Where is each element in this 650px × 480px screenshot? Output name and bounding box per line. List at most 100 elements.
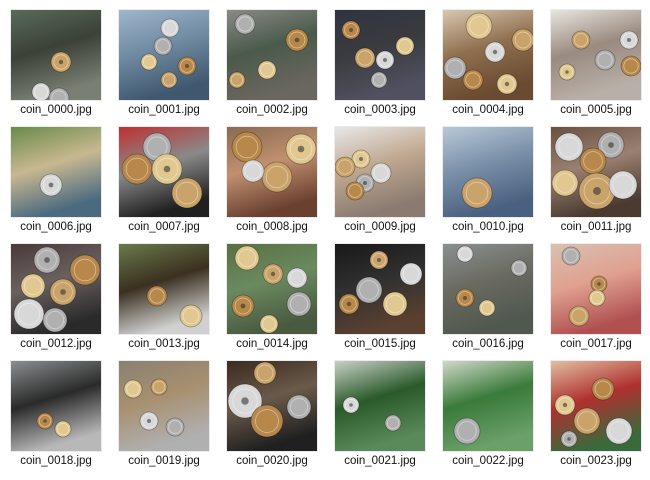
coin xyxy=(345,181,365,201)
file-thumbnail[interactable] xyxy=(11,244,101,334)
file-thumbnail[interactable] xyxy=(551,244,641,334)
file-grid: coin_0000.jpg coin_0001.jpg coin_0002.jpg c… xyxy=(0,0,650,480)
photo-background xyxy=(443,244,533,334)
file-item[interactable]: coin_0002.jpg xyxy=(227,10,327,122)
file-thumbnail[interactable] xyxy=(227,127,317,217)
coin xyxy=(620,55,641,77)
file-name-label: coin_0019.jpg xyxy=(128,455,200,467)
thumbnail-image xyxy=(11,127,101,217)
coin xyxy=(591,377,615,401)
file-name-label: coin_0020.jpg xyxy=(236,455,308,467)
file-thumbnail[interactable] xyxy=(443,127,533,217)
coin xyxy=(285,28,309,52)
thumbnail-image xyxy=(443,244,533,334)
file-name-label: coin_0010.jpg xyxy=(452,221,524,233)
coin xyxy=(484,41,506,63)
file-thumbnail[interactable] xyxy=(335,361,425,451)
file-name-label: coin_0003.jpg xyxy=(344,104,416,116)
file-item[interactable]: coin_0009.jpg xyxy=(335,127,435,239)
coin xyxy=(42,307,68,333)
coin xyxy=(259,314,279,334)
file-item[interactable]: coin_0012.jpg xyxy=(11,244,111,356)
coin xyxy=(370,162,392,184)
thumbnail-image xyxy=(11,361,101,451)
file-item[interactable]: coin_0000.jpg xyxy=(11,10,111,122)
thumbnail-image xyxy=(119,127,209,217)
file-thumbnail[interactable] xyxy=(11,127,101,217)
coin xyxy=(234,245,260,271)
file-thumbnail[interactable] xyxy=(335,244,425,334)
file-item[interactable]: coin_0023.jpg xyxy=(551,361,650,473)
file-item[interactable]: coin_0011.jpg xyxy=(551,127,650,239)
file-thumbnail[interactable] xyxy=(119,10,209,100)
file-thumbnail[interactable] xyxy=(11,361,101,451)
coin xyxy=(510,259,528,277)
file-name-label: coin_0008.jpg xyxy=(236,221,308,233)
coin xyxy=(511,28,533,52)
file-thumbnail[interactable] xyxy=(551,361,641,451)
thumbnail-image xyxy=(335,10,425,100)
coin xyxy=(335,156,356,178)
file-thumbnail[interactable] xyxy=(227,244,317,334)
file-item[interactable]: coin_0001.jpg xyxy=(119,10,219,122)
coin xyxy=(69,254,101,286)
coin xyxy=(139,411,159,431)
file-thumbnail[interactable] xyxy=(119,361,209,451)
file-item[interactable]: coin_0014.jpg xyxy=(227,244,327,356)
thumbnail-image xyxy=(227,361,317,451)
file-thumbnail[interactable] xyxy=(443,361,533,451)
coin xyxy=(177,56,197,76)
coin xyxy=(573,407,601,435)
coin xyxy=(588,289,606,307)
file-thumbnail[interactable] xyxy=(119,244,209,334)
file-item[interactable]: coin_0018.jpg xyxy=(11,361,111,473)
file-item[interactable]: coin_0013.jpg xyxy=(119,244,219,356)
file-thumbnail[interactable] xyxy=(551,10,641,100)
file-thumbnail[interactable] xyxy=(335,127,425,217)
file-thumbnail[interactable] xyxy=(551,127,641,217)
file-item[interactable]: coin_0007.jpg xyxy=(119,127,219,239)
file-name-label: coin_0002.jpg xyxy=(236,104,308,116)
file-thumbnail[interactable] xyxy=(11,10,101,100)
file-item[interactable]: coin_0017.jpg xyxy=(551,244,650,356)
coin xyxy=(579,147,607,175)
file-item[interactable]: coin_0003.jpg xyxy=(335,10,435,122)
coin xyxy=(375,50,395,70)
file-item[interactable]: coin_0021.jpg xyxy=(335,361,435,473)
file-item[interactable]: coin_0010.jpg xyxy=(443,127,543,239)
file-thumbnail[interactable] xyxy=(227,361,317,451)
coin xyxy=(262,263,284,285)
file-item[interactable]: coin_0016.jpg xyxy=(443,244,543,356)
thumbnail-image xyxy=(11,244,101,334)
coin xyxy=(578,172,616,210)
coin xyxy=(179,304,203,328)
file-item[interactable]: coin_0020.jpg xyxy=(227,361,327,473)
file-thumbnail[interactable] xyxy=(443,10,533,100)
file-thumbnail[interactable] xyxy=(227,10,317,100)
file-thumbnail[interactable] xyxy=(119,127,209,217)
coin xyxy=(171,177,203,209)
thumbnail-image xyxy=(119,10,209,100)
photo-background xyxy=(11,361,101,451)
coin xyxy=(13,298,45,330)
coin xyxy=(399,262,423,286)
coin xyxy=(285,133,317,165)
file-name-label: coin_0000.jpg xyxy=(20,104,92,116)
file-name-label: coin_0013.jpg xyxy=(128,338,200,350)
file-item[interactable]: coin_0006.jpg xyxy=(11,127,111,239)
file-item[interactable]: coin_0005.jpg xyxy=(551,10,650,122)
file-thumbnail[interactable] xyxy=(443,244,533,334)
coin xyxy=(461,177,493,209)
thumbnail-image xyxy=(227,127,317,217)
file-item[interactable]: coin_0008.jpg xyxy=(227,127,327,239)
file-item[interactable]: coin_0019.jpg xyxy=(119,361,219,473)
file-item[interactable]: coin_0022.jpg xyxy=(443,361,543,473)
coin xyxy=(231,294,255,318)
file-thumbnail[interactable] xyxy=(335,10,425,100)
file-item[interactable]: coin_0004.jpg xyxy=(443,10,543,122)
coin xyxy=(453,417,481,445)
coin xyxy=(31,82,51,100)
file-item[interactable]: coin_0015.jpg xyxy=(335,244,435,356)
coin xyxy=(286,394,312,420)
coin xyxy=(286,291,312,317)
